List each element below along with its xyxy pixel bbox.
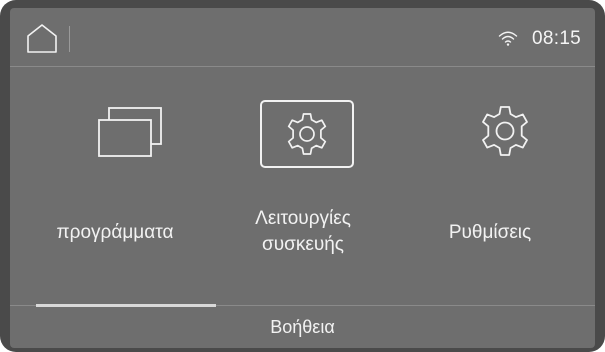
tile-functions-label-line1: Λειτουργίες <box>255 208 351 229</box>
tile-programs-label: προγράμματα <box>56 222 174 243</box>
programs-windows-icon <box>20 94 210 174</box>
tile-settings-label: Ρυθμίσεις <box>448 222 532 243</box>
tile-appliance-functions[interactable]: Λειτουργίες συσκευής <box>208 66 398 294</box>
tile-programs[interactable]: προγράμματα <box>20 66 210 294</box>
touch-screen: 08:15 προγράμματα Λειτουργίες συσκευής Ρ… <box>10 8 595 348</box>
status-divider <box>69 26 70 52</box>
status-bar: 08:15 <box>10 8 595 67</box>
help-button[interactable]: Βοήθεια <box>10 315 595 339</box>
tile-functions-label-line2: συσκευής <box>262 234 344 255</box>
gear-icon <box>395 94 585 174</box>
gear-in-frame-icon <box>208 94 398 174</box>
tile-settings[interactable]: Ρυθμίσεις <box>395 66 585 294</box>
clock-time: 08:15 <box>532 28 582 49</box>
home-icon[interactable] <box>24 22 60 54</box>
wifi-icon <box>498 30 518 46</box>
bottom-bar: Βοήθεια <box>10 304 595 348</box>
appliance-display: 08:15 προγράμματα Λειτουργίες συσκευής Ρ… <box>0 0 605 352</box>
page-indicator <box>36 304 216 307</box>
tile-appliance-functions-label: Λειτουργίες συσκευής <box>208 206 398 258</box>
